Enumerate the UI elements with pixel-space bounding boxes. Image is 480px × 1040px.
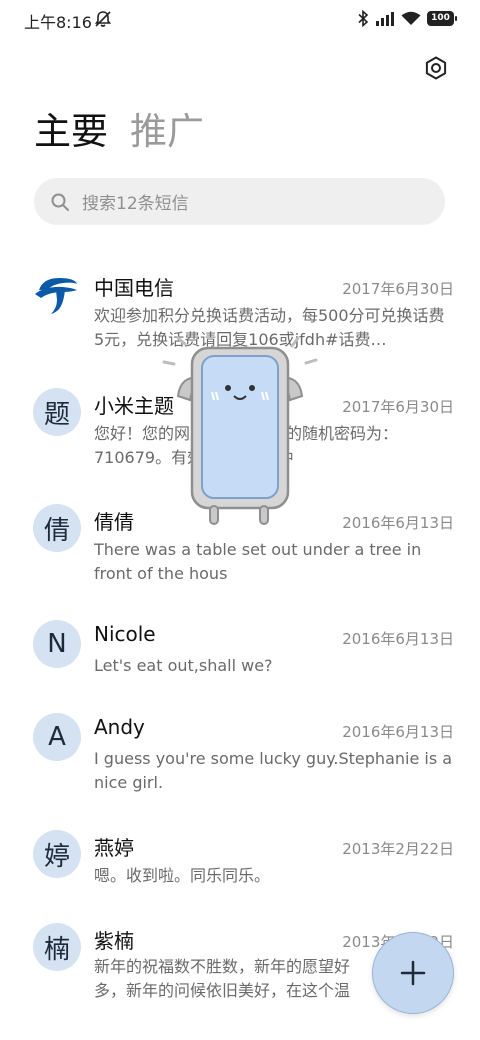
gear-icon (425, 56, 447, 80)
tab-primary[interactable]: 主要 (34, 108, 108, 156)
battery-icon: 100 (427, 11, 457, 26)
avatar: 楠 (33, 923, 81, 971)
message-date: 2017年6月30日 (342, 280, 454, 298)
message-preview: 嗯。收到啦。同乐同乐。 (94, 866, 271, 885)
china-telecom-logo (33, 270, 81, 318)
plus-icon (400, 960, 426, 986)
tab-promotions[interactable]: 推广 (130, 108, 204, 156)
avatar: 题 (33, 388, 81, 436)
message-preview: I guess you're some lucky guy.Stephanie … (94, 749, 453, 792)
search-bar[interactable]: 搜索12条短信 (34, 178, 445, 225)
message-preview: Let's eat out,shall we? (94, 656, 273, 675)
status-icons: 100 (357, 10, 457, 27)
message-item[interactable]: A Andy 2016年6月13日 I guess you're some lu… (0, 705, 480, 805)
telecom-logo-icon (35, 278, 77, 314)
message-date: 2013年2月22日 (342, 840, 454, 858)
compose-button[interactable] (372, 932, 454, 1014)
tab-bar: 主要 推广 (34, 108, 204, 156)
sender-name: 中国电信 (94, 276, 174, 300)
search-icon (51, 193, 69, 211)
message-preview: 新年的祝福数不胜数，新年的愿望好多，新年的问候依旧美好，在这个温 (94, 957, 351, 1000)
avatar: N (33, 620, 81, 668)
sender-name: Nicole (94, 622, 156, 646)
message-date: 2016年6月13日 (342, 630, 454, 648)
avatar: 婷 (33, 830, 81, 878)
sender-name: 紫楠 (94, 929, 134, 953)
message-item[interactable]: N Nicole 2016年6月13日 Let's eat out,shall … (0, 612, 480, 692)
bluetooth-icon (358, 10, 369, 27)
message-date: 2017年6月30日 (342, 398, 454, 416)
mute-bell-icon (94, 11, 112, 27)
sender-name: 倩倩 (94, 510, 134, 534)
status-bar: 上午8:16 100 (0, 0, 480, 40)
settings-button[interactable] (420, 52, 452, 84)
sender-name: 燕婷 (94, 836, 134, 860)
avatar: A (33, 713, 81, 761)
status-time: 上午8:16 (24, 13, 92, 32)
search-placeholder: 搜索12条短信 (82, 194, 189, 214)
battery-level: 100 (431, 13, 450, 23)
message-date: 2016年6月13日 (342, 723, 454, 741)
sender-name: Andy (94, 715, 145, 739)
message-date: 2016年6月13日 (342, 514, 454, 532)
message-item[interactable]: 婷 燕婷 2013年2月22日 嗯。收到啦。同乐同乐。 (0, 822, 480, 902)
avatar: 倩 (33, 504, 81, 552)
message-preview: There was a table set out under a tree i… (94, 540, 422, 583)
wifi-icon (401, 11, 421, 25)
signal-icon (376, 12, 394, 26)
phone-mascot-illustration (162, 336, 318, 525)
